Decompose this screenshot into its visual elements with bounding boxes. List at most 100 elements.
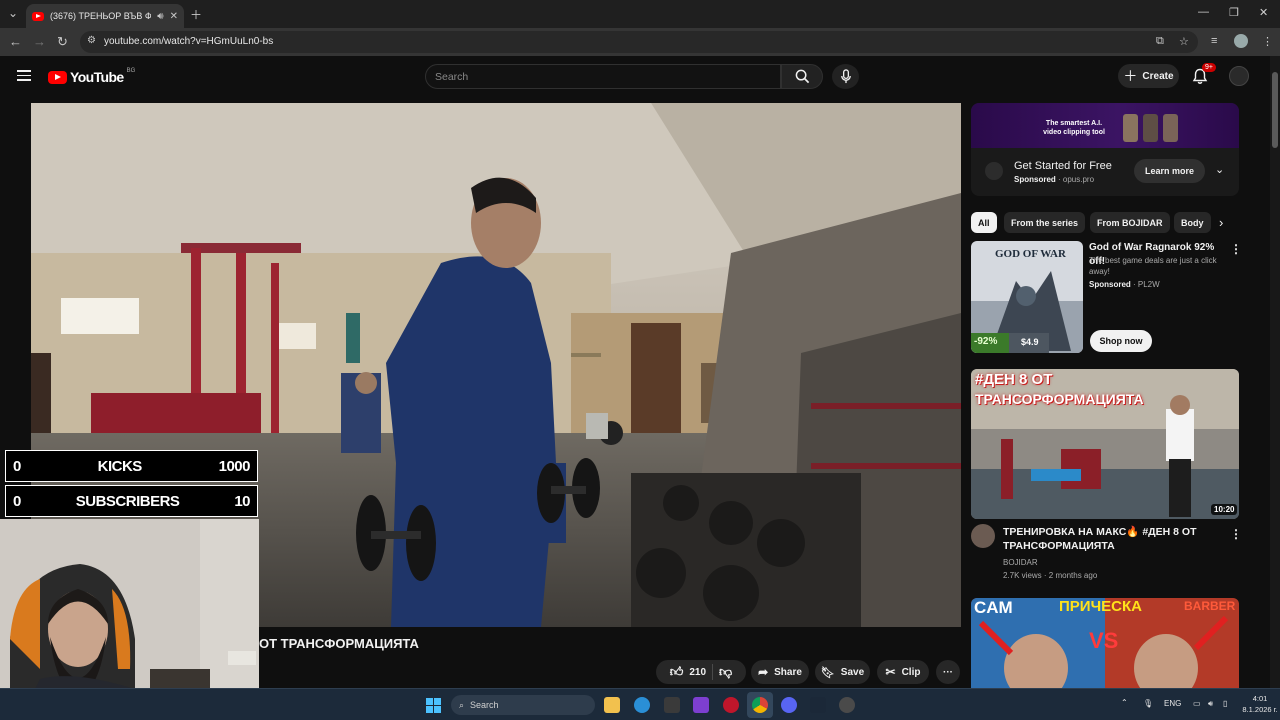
reload-icon[interactable]: ↻ xyxy=(57,34,68,50)
site-info-icon[interactable]: ⚙ xyxy=(87,35,96,46)
like-button[interactable]: 👍︎ 210 xyxy=(670,664,706,680)
opus-logo-icon xyxy=(985,162,1003,180)
volume-icon[interactable]: 🔊︎ xyxy=(1208,699,1213,709)
create-label: Create xyxy=(1142,70,1174,82)
profile-avatar[interactable] xyxy=(1234,34,1248,48)
file-explorer-icon[interactable] xyxy=(604,697,620,713)
promo-advertiser: PL2W xyxy=(1137,280,1160,289)
network-icon[interactable]: ▭ xyxy=(1193,699,1201,708)
like-dislike-group: 👍︎ 210 👎︎ xyxy=(656,660,746,684)
search-placeholder: Search xyxy=(435,71,469,83)
share-button[interactable]: ➦ Share xyxy=(751,660,809,684)
video-channel-1[interactable]: BOJIDAR xyxy=(1003,557,1038,568)
forward-icon[interactable]: → xyxy=(33,34,46,49)
audio-playing-icon[interactable]: 🔊︎ xyxy=(157,11,163,22)
more-actions-button[interactable]: ··· xyxy=(936,660,960,684)
subscribers-counter: 0 SUBSCRIBERS 10 xyxy=(5,485,258,517)
save-button[interactable]: 🔖︎ Save xyxy=(815,660,870,684)
browser-tab-youtube[interactable]: (3676) ТРЕНЬОР ВЪВ ФИТН 🔊︎ ✕ xyxy=(26,4,184,28)
bookmark-star-icon[interactable]: ☆ xyxy=(1179,35,1189,48)
steam-icon[interactable] xyxy=(810,697,826,713)
notification-badge: 9+ xyxy=(1202,63,1216,72)
cast-icon[interactable]: ⧉ xyxy=(1156,35,1164,48)
tab-close-icon[interactable]: ✕ xyxy=(170,11,178,22)
close-window-icon[interactable]: ✕ xyxy=(1259,6,1268,19)
filter-chips: All From the series From BOJIDAR Body xyxy=(971,212,1239,234)
account-avatar[interactable] xyxy=(1229,66,1249,86)
kicks-right-value: 1000 xyxy=(218,457,251,475)
app-icon-red[interactable] xyxy=(723,697,739,713)
guide-menu-icon[interactable] xyxy=(17,70,31,81)
promo-thumb-logo: GOD OF WAR xyxy=(995,248,1066,260)
kicks-counter: 0 KICKS 1000 xyxy=(5,450,258,482)
chip-from-bojidar[interactable]: From BOJIDAR xyxy=(1090,212,1170,233)
subscribers-left-value: 0 xyxy=(13,492,21,510)
thumb-right-text: BARBER xyxy=(1184,599,1236,613)
video-more-icon[interactable]: ⋮ xyxy=(1230,527,1242,541)
kicks-left-value: 0 xyxy=(13,457,21,475)
video-thumbnail-1[interactable]: #ДЕН 8 ОТ ТРАНСОРФОРМАЦИЯТА xyxy=(971,369,1239,519)
app-icon-purple[interactable] xyxy=(693,697,709,713)
back-icon[interactable]: ← xyxy=(9,34,22,49)
page-scrollbar[interactable] xyxy=(1270,56,1280,688)
browser-menu-icon[interactable]: ⋮ xyxy=(1262,35,1273,48)
promo-description: The best game deals are just a click awa… xyxy=(1089,256,1217,276)
voice-search-button[interactable] xyxy=(832,64,859,89)
scrollbar-thumb[interactable] xyxy=(1272,72,1278,148)
expand-chevron-icon[interactable]: ⌄ xyxy=(1215,163,1224,176)
promo-price: $4.9 xyxy=(1021,337,1039,347)
channel-avatar[interactable] xyxy=(971,524,995,548)
microphone-tray-icon[interactable]: 🎙︎ xyxy=(1143,699,1153,708)
system-clock[interactable]: 4:01 8.1.2026 г. xyxy=(1240,693,1280,715)
notifications-button[interactable]: 9+ xyxy=(1192,63,1216,86)
media-controls-icon[interactable]: ≡ xyxy=(1211,35,1217,47)
windows-taskbar: ⌕ Search ⌃ 🎙︎ ENG ▭ 🔊︎ ▯ 4:01 8.1.2026 г… xyxy=(0,688,1280,720)
tray-overflow-icon[interactable]: ⌃ xyxy=(1121,698,1128,707)
dislike-button[interactable]: 👎︎ xyxy=(719,664,732,680)
search-button[interactable] xyxy=(781,64,823,89)
video-duration: 10:20 xyxy=(1211,504,1238,515)
battery-icon[interactable]: ▯ xyxy=(1223,699,1227,708)
video-title-1[interactable]: ТРЕНИРОВКА НА МАКС🔥 #ДЕН 8 ОТ ТРАНСФОРМА… xyxy=(1003,525,1208,553)
clip-button[interactable]: ✂ Clip xyxy=(877,660,929,684)
clock-time: 4:01 xyxy=(1252,694,1268,703)
chip-from-the-series[interactable]: From the series xyxy=(1004,212,1086,233)
save-label: Save xyxy=(840,666,865,678)
country-code: BG xyxy=(126,68,136,74)
chips-next-icon[interactable]: › xyxy=(1219,215,1223,230)
language-indicator[interactable]: ENG xyxy=(1164,699,1181,708)
chip-all[interactable]: All xyxy=(971,212,997,233)
youtube-header: YouTube BG Search ＋ Create 9+ xyxy=(0,56,1270,98)
ad-face-2 xyxy=(1143,114,1158,142)
shop-now-button[interactable]: Shop now xyxy=(1090,330,1152,352)
new-tab-icon[interactable]: ＋ xyxy=(190,6,202,23)
tab-search-icon[interactable]: ⌄ xyxy=(8,6,18,20)
obs-icon[interactable] xyxy=(839,697,855,713)
logo-text: YouTube xyxy=(70,69,124,85)
browser-tab-strip: ⌄ (3676) ТРЕНЬОР ВЪВ ФИТН 🔊︎ ✕ ＋ — ❐ ✕ xyxy=(0,0,1280,28)
promo-thumbnail[interactable]: GOD OF WAR -92% $4.9 xyxy=(971,241,1083,353)
ad-sponsored-label: Sponsored xyxy=(1014,175,1056,184)
restore-icon[interactable]: ❐ xyxy=(1229,6,1239,19)
address-bar[interactable]: ⚙ youtube.com/watch?v=HGmUuLn0-bs ⧉ ☆ xyxy=(80,31,1198,53)
minimize-icon[interactable]: — xyxy=(1198,6,1209,18)
learn-more-button[interactable]: Learn more xyxy=(1134,159,1205,183)
windows-start-icon[interactable] xyxy=(426,698,441,713)
chip-body[interactable]: Body xyxy=(1174,212,1211,233)
edge-icon[interactable] xyxy=(634,697,650,713)
promo-sponsor-line: Sponsored · PL2W xyxy=(1089,280,1160,289)
search-input[interactable]: Search xyxy=(425,64,781,89)
promo-more-icon[interactable]: ⋮ xyxy=(1230,242,1242,256)
ad-banner-text: The smartest A.I. video clipping tool xyxy=(1043,120,1105,136)
thumbs-up-icon: 👍︎ xyxy=(669,664,684,679)
youtube-logo[interactable]: YouTube BG xyxy=(48,68,136,85)
video-thumbnail-2[interactable]: CAM ПРИЧЕСКА BARBER VS xyxy=(971,598,1239,688)
chrome-icon[interactable] xyxy=(752,697,768,713)
ad-face-3 xyxy=(1163,114,1178,142)
create-button[interactable]: ＋ Create xyxy=(1118,64,1179,88)
taskbar-search[interactable]: ⌕ Search xyxy=(451,695,595,715)
store-icon[interactable] xyxy=(664,697,680,713)
microphone-icon xyxy=(840,69,851,84)
sponsored-ad-card[interactable]: The smartest A.I. video clipping tool Ge… xyxy=(971,103,1239,196)
discord-icon[interactable] xyxy=(781,697,797,713)
